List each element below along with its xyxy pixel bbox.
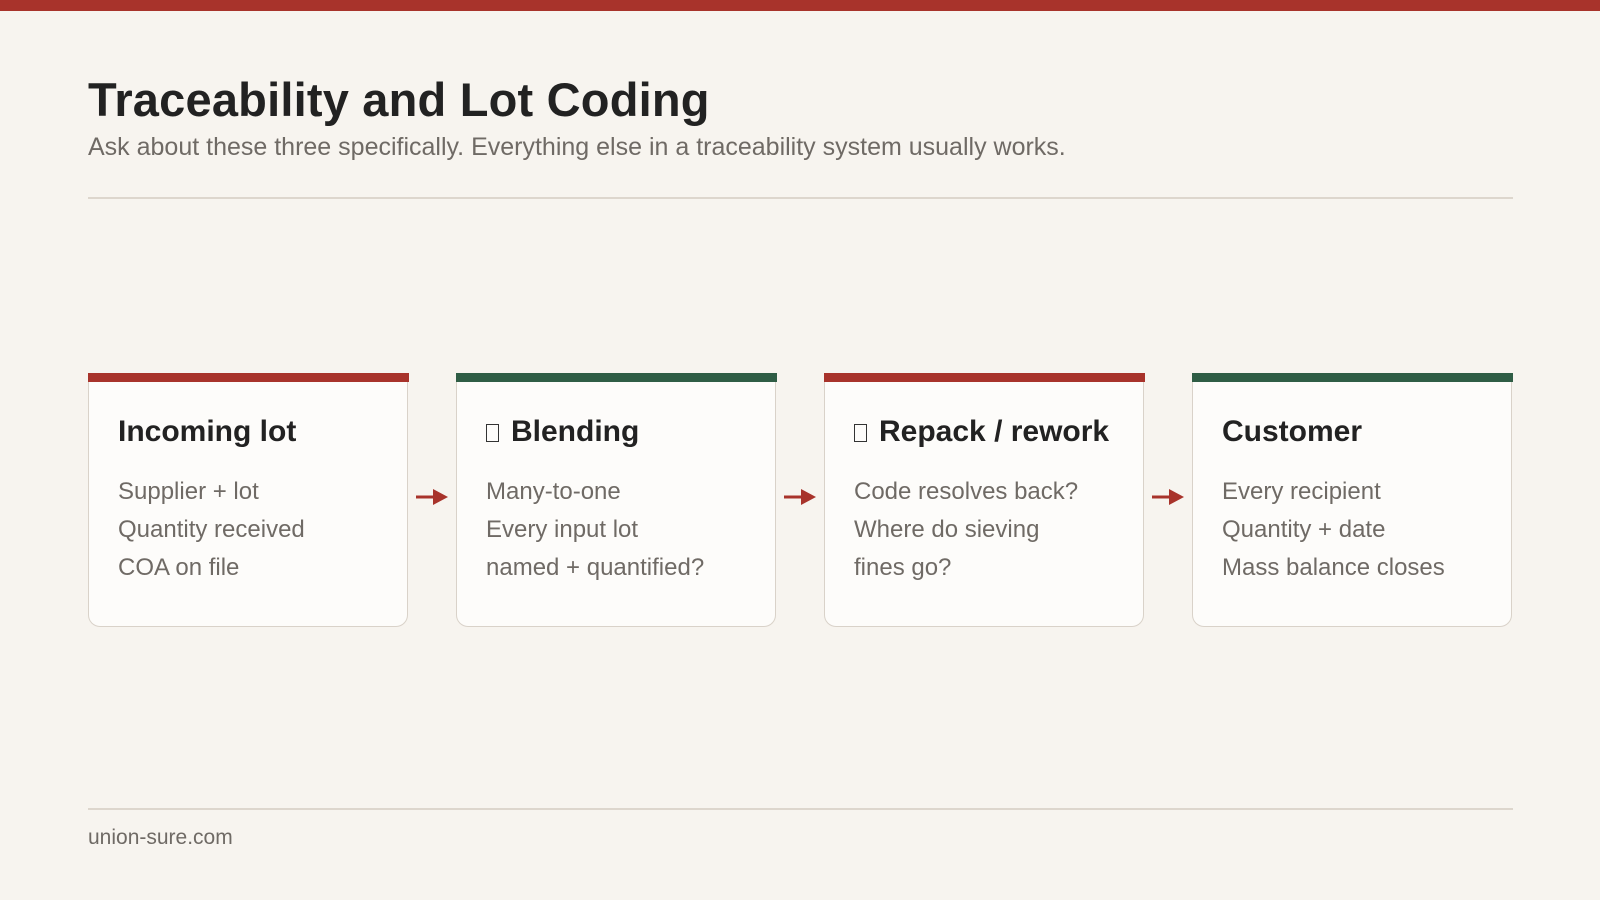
card-details: Every recipient Quantity + date Mass bal…: [1222, 473, 1445, 587]
card-title: Repack / rework: [854, 415, 1109, 449]
card-title: Customer: [1222, 415, 1363, 448]
process-flow: Incoming lot Supplier + lot Quantity rec…: [87, 373, 1513, 628]
step-card-blending: Blending Many-to-one Every input lot nam…: [455, 373, 777, 627]
card-detail-line: Every recipient: [1222, 478, 1381, 505]
step-card-incoming-lot: Incoming lot Supplier + lot Quantity rec…: [87, 373, 409, 627]
card-details: Many-to-one Every input lot named + quan…: [486, 473, 704, 587]
card-title: Incoming lot: [118, 415, 297, 448]
arrow-right-icon: [784, 489, 816, 505]
card-title: Blending: [486, 415, 639, 449]
box-glyph-icon: [854, 424, 867, 442]
card-detail-line: named + quantified?: [486, 554, 705, 581]
card-detail-line: fines go?: [854, 554, 952, 581]
card-detail-line: Every input lot: [486, 516, 639, 543]
box-glyph-icon: [486, 424, 499, 442]
card-details: Code resolves back? Where do sieving fin…: [854, 473, 1078, 587]
slide-title: Traceability and Lot Coding: [88, 73, 710, 126]
card-detail-line: Supplier + lot: [118, 478, 259, 505]
footer-divider: [88, 808, 1513, 810]
card-detail-line: COA on file: [118, 554, 240, 581]
card-accent-stripe: [1191, 373, 1513, 382]
step-card-repack-rework: Repack / rework Code resolves back? Wher…: [823, 373, 1145, 627]
card-detail-line: Where do sieving: [854, 516, 1040, 543]
footer-url: union-sure.com: [88, 826, 233, 849]
card-detail-line: Quantity + date: [1222, 516, 1386, 543]
slide-subtitle: Ask about these three specifically. Ever…: [88, 133, 1066, 161]
card-accent-stripe: [87, 373, 409, 382]
card-detail-line: Many-to-one: [486, 478, 621, 505]
header-divider: [88, 197, 1513, 199]
card-detail-line: Mass balance closes: [1222, 554, 1445, 581]
step-card-customer: Customer Every recipient Quantity + date…: [1191, 373, 1513, 627]
card-accent-stripe: [823, 373, 1145, 382]
card-detail-line: Quantity received: [118, 516, 305, 543]
card-detail-line: Code resolves back?: [854, 478, 1079, 505]
top-accent-bar: [0, 0, 1600, 11]
card-accent-stripe: [455, 373, 777, 382]
arrow-right-icon: [416, 489, 448, 505]
arrow-right-icon: [1152, 489, 1184, 505]
card-details: Supplier + lot Quantity received COA on …: [118, 473, 305, 587]
